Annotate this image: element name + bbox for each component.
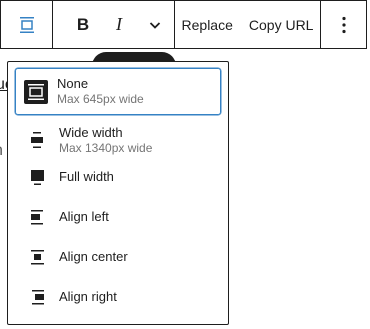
align-wide-icon	[26, 128, 50, 152]
chevron-down-icon	[149, 21, 161, 29]
menu-item-text: Align center	[59, 249, 128, 265]
align-left-icon	[26, 205, 50, 229]
options-button[interactable]	[341, 1, 347, 48]
menu-item-label: Align center	[59, 249, 128, 264]
align-center-icon	[26, 245, 50, 269]
menu-item-text: Full width	[59, 169, 114, 185]
menu-item-align-center[interactable]: Align center	[15, 242, 221, 272]
copy-url-button[interactable]: Copy URL	[249, 1, 314, 48]
align-right-icon	[26, 285, 50, 309]
bold-button[interactable]: B	[65, 1, 101, 48]
align-none-icon	[19, 16, 34, 33]
menu-item-label: Align right	[59, 289, 117, 304]
menu-item-text: None Max 645px wide	[57, 76, 144, 107]
menu-item-wide-width[interactable]: Wide width Max 1340px wide	[15, 118, 221, 162]
menu-item-align-right[interactable]: Align right	[15, 282, 221, 312]
menu-item-text: Align right	[59, 289, 117, 305]
replace-button[interactable]: Replace	[182, 1, 233, 48]
background-text-fragment: n	[0, 142, 3, 160]
block-toolbar: B I Replace Copy URL	[0, 0, 367, 49]
menu-item-align-left[interactable]: Align left	[15, 202, 221, 232]
menu-item-text: Wide width Max 1340px wide	[59, 125, 152, 156]
align-none-icon	[24, 79, 48, 104]
more-formatting-button[interactable]	[137, 1, 173, 48]
menu-item-none[interactable]: None Max 645px wide	[15, 68, 221, 115]
menu-item-label: Align left	[59, 209, 109, 224]
align-button[interactable]	[1, 1, 52, 48]
menu-item-label: Full width	[59, 169, 114, 184]
more-vertical-icon	[341, 16, 346, 33]
alignment-group	[1, 1, 53, 48]
format-group: B I	[53, 1, 175, 48]
image-actions-group: Replace Copy URL	[175, 1, 321, 48]
align-full-width-icon	[26, 165, 50, 189]
menu-item-text: Align left	[59, 209, 109, 225]
italic-button[interactable]: I	[101, 1, 137, 48]
options-group	[321, 1, 366, 48]
menu-item-label: None	[57, 76, 89, 91]
menu-item-sublabel: Max 645px wide	[57, 92, 144, 106]
alignment-menu: None Max 645px wide Wide width Max 1340p…	[7, 61, 229, 325]
menu-item-sublabel: Max 1340px wide	[59, 140, 153, 155]
menu-item-full-width[interactable]: Full width	[15, 162, 221, 192]
menu-item-label: Wide width	[59, 124, 123, 140]
